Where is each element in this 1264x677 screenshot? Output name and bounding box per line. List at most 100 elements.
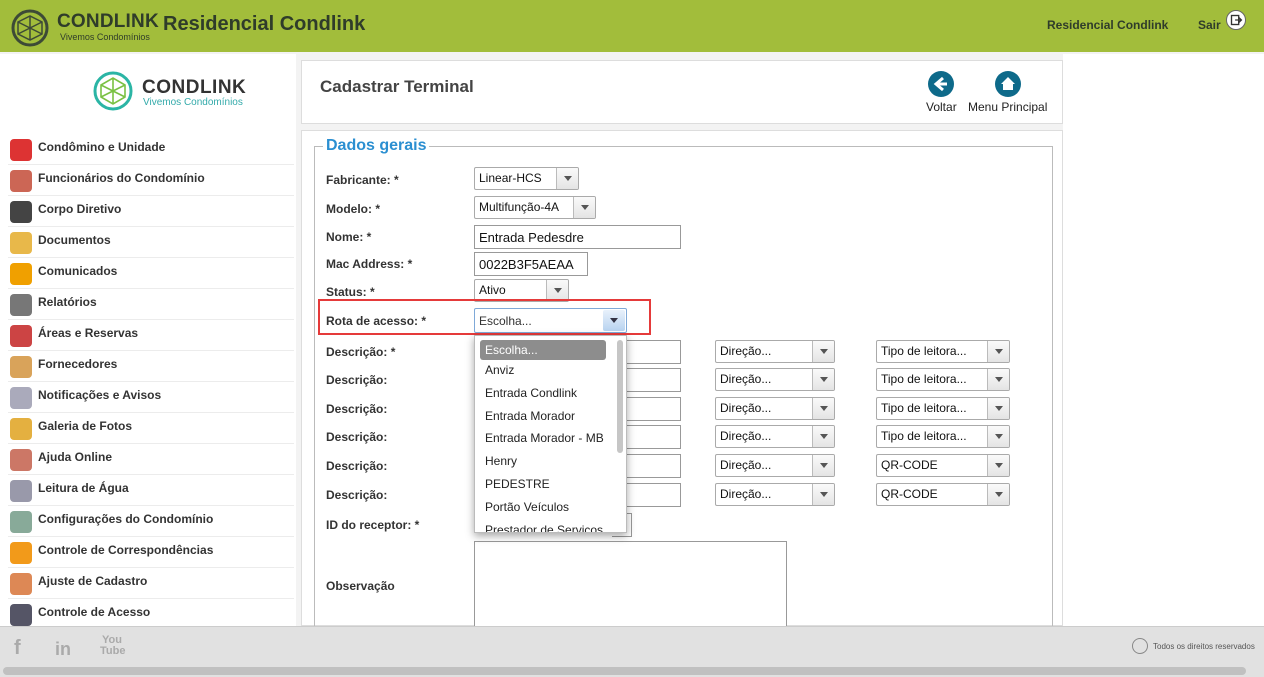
chevron-down-icon bbox=[987, 484, 1009, 505]
dropdown-option[interactable]: Escolha... bbox=[480, 340, 606, 360]
sidebar-item[interactable]: Funcionários do Condomínio bbox=[8, 165, 294, 196]
brand-name: CONDLINK bbox=[57, 11, 159, 32]
dropdown-option[interactable]: Entrada Condlink bbox=[475, 383, 626, 406]
direction-select[interactable]: Direção... bbox=[715, 397, 835, 420]
app-title: Residencial Condlink bbox=[163, 13, 366, 35]
direction-select[interactable]: Direção... bbox=[715, 454, 835, 477]
condominium-name[interactable]: Residencial Condlink bbox=[1047, 18, 1168, 32]
manufacturer-value: Linear-HCS bbox=[479, 171, 542, 185]
back-arrow-icon bbox=[928, 71, 955, 97]
sidebar-item[interactable]: Relatórios bbox=[8, 289, 294, 320]
reader-type-value: QR-CODE bbox=[881, 487, 938, 501]
model-value: Multifunção-4A bbox=[479, 200, 560, 214]
sidebar-item-label: Fornecedores bbox=[38, 357, 118, 371]
sidebar-item-label: Documentos bbox=[38, 233, 111, 247]
observation-textarea[interactable] bbox=[474, 541, 787, 627]
right-blank-area bbox=[1063, 54, 1264, 626]
dropdown-option[interactable]: Portão Veículos bbox=[475, 497, 626, 520]
sidebar-item-label: Controle de Correspondências bbox=[38, 543, 214, 557]
direction-select[interactable]: Direção... bbox=[715, 340, 835, 363]
description-label: Descrição: bbox=[326, 402, 388, 416]
sidebar-brand: CONDLINK bbox=[142, 77, 247, 98]
model-select[interactable]: Multifunção-4A bbox=[474, 196, 596, 219]
direction-value: Direção... bbox=[720, 401, 772, 415]
direction-value: Direção... bbox=[720, 458, 772, 472]
sidebar-item-label: Relatórios bbox=[38, 295, 97, 309]
sidebar-item[interactable]: Comunicados bbox=[8, 258, 294, 289]
sidebar-item-label: Funcionários do Condomínio bbox=[38, 171, 205, 185]
back-label: Voltar bbox=[926, 100, 957, 114]
access-route-dropdown-list[interactable]: Escolha... Anviz Entrada Condlink Entrada M… bbox=[474, 335, 627, 533]
sidebar-item[interactable]: Documentos bbox=[8, 227, 294, 258]
linkedin-icon[interactable]: in bbox=[55, 639, 71, 660]
sidebar-item-label: Notificações e Avisos bbox=[38, 388, 162, 402]
manufacturer-select[interactable]: Linear-HCS bbox=[474, 167, 579, 190]
condlink-footer-logo-icon bbox=[1132, 638, 1148, 654]
chevron-down-icon bbox=[987, 398, 1009, 419]
description-label: Descrição: bbox=[326, 488, 388, 502]
direction-value: Direção... bbox=[720, 487, 772, 501]
reader-type-select[interactable]: QR-CODE bbox=[876, 454, 1010, 477]
sidebar-item[interactable]: Fornecedores bbox=[8, 351, 294, 382]
mail-icon bbox=[10, 542, 32, 564]
sidebar-menu: Condômino e Unidade Funcionários do Condo… bbox=[0, 134, 296, 630]
direction-value: Direção... bbox=[720, 372, 772, 386]
reader-type-select[interactable]: QR-CODE bbox=[876, 483, 1010, 506]
direction-select[interactable]: Direção... bbox=[715, 368, 835, 391]
sidebar-item[interactable]: Ajuda Online bbox=[8, 444, 294, 475]
dropdown-option[interactable]: Entrada Morador bbox=[475, 406, 626, 429]
chevron-down-icon bbox=[987, 341, 1009, 362]
settings-icon bbox=[10, 511, 32, 533]
sidebar-item-label: Corpo Diretivo bbox=[38, 202, 122, 216]
dropdown-option[interactable]: Prestador de Serviços bbox=[475, 520, 626, 532]
reader-type-select[interactable]: Tipo de leitora... bbox=[876, 397, 1010, 420]
sidebar-item[interactable]: Leitura de Água bbox=[8, 475, 294, 506]
reports-icon bbox=[10, 294, 32, 316]
sidebar-item[interactable]: Galeria de Fotos bbox=[8, 413, 294, 444]
dropdown-option[interactable]: Anviz bbox=[475, 360, 626, 383]
mac-address-input[interactable]: 0022B3F5AEAA bbox=[474, 252, 588, 276]
status-label: Status: * bbox=[326, 285, 375, 299]
status-value: Ativo bbox=[479, 283, 506, 297]
observation-label: Observação bbox=[326, 579, 395, 593]
back-button[interactable]: Voltar bbox=[926, 71, 957, 114]
logout-icon[interactable] bbox=[1226, 10, 1246, 30]
reader-type-select[interactable]: Tipo de leitora... bbox=[876, 425, 1010, 448]
facebook-icon[interactable]: f bbox=[14, 637, 21, 660]
name-input[interactable]: Entrada Pedesdre bbox=[474, 225, 681, 249]
receiver-id-label: ID do receptor: * bbox=[326, 518, 420, 532]
access-route-select[interactable]: Escolha... bbox=[474, 308, 627, 333]
dropdown-option[interactable]: PEDESTRE bbox=[475, 474, 626, 497]
description-label: Descrição: * bbox=[326, 345, 396, 359]
sidebar-item[interactable]: Ajuste de Cadastro bbox=[8, 568, 294, 599]
youtube-icon[interactable]: You Tube bbox=[100, 635, 125, 657]
manufacturer-label: Fabricante: * bbox=[326, 173, 399, 187]
sidebar-item-label: Condômino e Unidade bbox=[38, 140, 166, 154]
dropdown-option[interactable]: Entrada Morador - MB bbox=[475, 428, 626, 451]
sidebar-item[interactable]: Notificações e Avisos bbox=[8, 382, 294, 413]
reader-type-select[interactable]: Tipo de leitora... bbox=[876, 368, 1010, 391]
chevron-down-icon bbox=[573, 197, 595, 218]
direction-select[interactable]: Direção... bbox=[715, 483, 835, 506]
main-menu-button[interactable]: Menu Principal bbox=[968, 71, 1047, 114]
fieldset-legend: Dados gerais bbox=[323, 137, 430, 155]
reader-type-select[interactable]: Tipo de leitora... bbox=[876, 340, 1010, 363]
direction-value: Direção... bbox=[720, 344, 772, 358]
dropdown-option[interactable]: Henry bbox=[475, 451, 626, 474]
logout-link[interactable]: Sair bbox=[1198, 18, 1221, 32]
resident-icon bbox=[10, 139, 32, 161]
direction-select[interactable]: Direção... bbox=[715, 425, 835, 448]
sidebar-item[interactable]: Áreas e Reservas bbox=[8, 320, 294, 351]
notification-icon bbox=[10, 387, 32, 409]
sidebar-tagline: Vivemos Condomínios bbox=[143, 97, 243, 108]
description-label: Descrição: bbox=[326, 430, 388, 444]
sidebar-item[interactable]: Condômino e Unidade bbox=[8, 134, 294, 165]
calendar-icon bbox=[10, 325, 32, 347]
announcement-icon bbox=[10, 263, 32, 285]
register-icon bbox=[10, 573, 32, 595]
sidebar-item[interactable]: Corpo Diretivo bbox=[8, 196, 294, 227]
horizontal-scrollbar[interactable] bbox=[3, 667, 1246, 675]
sidebar-item[interactable]: Controle de Correspondências bbox=[8, 537, 294, 568]
sidebar-item[interactable]: Configurações do Condomínio bbox=[8, 506, 294, 537]
sidebar-item-label: Comunicados bbox=[38, 264, 118, 278]
